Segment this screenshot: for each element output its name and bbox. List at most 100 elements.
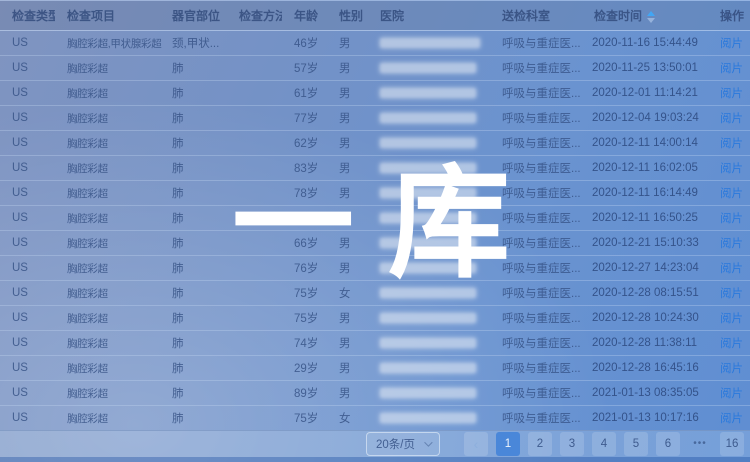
cell-action: 阅片 xyxy=(708,356,750,381)
cell-gender: 男 xyxy=(327,306,368,331)
cell-exam_time: 2020-12-28 11:38:11 xyxy=(582,331,708,356)
cell-method xyxy=(227,306,282,331)
cell-organ: 肺 xyxy=(160,281,227,306)
view-images-link[interactable]: 阅片 xyxy=(720,388,743,400)
page-button-6[interactable]: 6 xyxy=(656,432,680,456)
cell-action: 阅片 xyxy=(708,106,750,131)
cell-method xyxy=(227,381,282,406)
cell-organ: 肺 xyxy=(160,331,227,356)
view-images-link[interactable]: 阅片 xyxy=(720,113,743,125)
hospital-redacted-block xyxy=(380,63,476,73)
cell-action: 阅片 xyxy=(708,31,750,56)
page-button-16[interactable]: 16 xyxy=(720,432,744,456)
cell-age: 89岁 xyxy=(282,381,327,406)
table-row: US胸腔彩超肺62岁男呼吸与重症医...2020-12-11 14:00:14阅… xyxy=(0,131,750,156)
page-button-4[interactable]: 4 xyxy=(592,432,616,456)
cell-organ: 颈,甲状... xyxy=(160,31,227,56)
view-images-link[interactable]: 阅片 xyxy=(720,163,743,175)
page-size-label: 20条/页 xyxy=(376,436,415,452)
view-images-link[interactable]: 阅片 xyxy=(720,413,743,425)
page-button-2[interactable]: 2 xyxy=(528,432,552,456)
page-button-3[interactable]: 3 xyxy=(560,432,584,456)
cell-department: 呼吸与重症医... xyxy=(490,231,582,256)
cell-action: 阅片 xyxy=(708,156,750,181)
cell-exam_type: US xyxy=(0,181,55,206)
cell-department: 呼吸与重症医... xyxy=(490,381,582,406)
view-images-link[interactable]: 阅片 xyxy=(720,313,743,325)
column-label: 性别 xyxy=(339,9,363,23)
page-size-select[interactable]: 20条/页 xyxy=(366,432,440,456)
hospital-redacted-block xyxy=(380,288,476,298)
cell-department: 呼吸与重症医... xyxy=(490,81,582,106)
cell-exam_time: 2020-12-21 15:10:33 xyxy=(582,231,708,256)
view-images-link[interactable]: 阅片 xyxy=(720,38,743,50)
view-images-link[interactable]: 阅片 xyxy=(720,288,743,300)
cell-exam_time: 2020-11-16 15:44:49 xyxy=(582,31,708,56)
cell-exam_item: 胸腔彩超 xyxy=(55,281,160,306)
column-label: 器官部位 xyxy=(172,9,220,23)
view-images-link[interactable]: 阅片 xyxy=(720,263,743,275)
cell-method xyxy=(227,131,282,156)
sort-ascending-icon[interactable] xyxy=(647,11,655,16)
view-images-link[interactable]: 阅片 xyxy=(720,88,743,100)
view-images-link[interactable]: 阅片 xyxy=(720,213,743,225)
view-images-link[interactable]: 阅片 xyxy=(720,338,743,350)
view-images-link[interactable]: 阅片 xyxy=(720,188,743,200)
hospital-redacted-block xyxy=(380,213,476,223)
cell-method xyxy=(227,331,282,356)
column-label: 年龄 xyxy=(294,9,318,23)
cell-exam_type: US xyxy=(0,31,55,56)
cell-exam_item: 胸腔彩超 xyxy=(55,306,160,331)
cell-exam_item: 胸腔彩超,甲状腺彩超 xyxy=(55,31,160,56)
cell-exam_time: 2020-12-11 16:50:25 xyxy=(582,206,708,231)
cell-exam_type: US xyxy=(0,206,55,231)
page-button-5[interactable]: 5 xyxy=(624,432,648,456)
cell-method xyxy=(227,56,282,81)
column-label: 检查时间 xyxy=(594,9,642,23)
cell-exam_time: 2020-11-25 13:50:01 xyxy=(582,56,708,81)
view-images-link[interactable]: 阅片 xyxy=(720,238,743,250)
view-images-link[interactable]: 阅片 xyxy=(720,63,743,75)
page-button-1[interactable]: 1 xyxy=(496,432,520,456)
pagination-ellipsis[interactable]: ••• xyxy=(688,432,712,456)
cell-gender: 女 xyxy=(327,206,368,231)
cell-method xyxy=(227,81,282,106)
cell-gender: 男 xyxy=(327,131,368,156)
cell-organ: 肺 xyxy=(160,106,227,131)
cell-exam_time: 2021-01-13 10:17:16 xyxy=(582,406,708,431)
cell-department: 呼吸与重症医... xyxy=(490,31,582,56)
cell-exam_item: 胸腔彩超 xyxy=(55,231,160,256)
view-images-link[interactable]: 阅片 xyxy=(720,138,743,150)
cell-exam_time: 2020-12-11 14:00:14 xyxy=(582,131,708,156)
cell-organ: 肺 xyxy=(160,381,227,406)
cell-hospital xyxy=(368,156,490,181)
cell-hospital xyxy=(368,56,490,81)
cell-age: 83岁 xyxy=(282,156,327,181)
cell-organ: 肺 xyxy=(160,256,227,281)
view-images-link[interactable]: 阅片 xyxy=(720,363,743,375)
hospital-redacted-block xyxy=(380,138,476,148)
sort-descending-icon[interactable] xyxy=(647,18,655,23)
column-header-exam_time[interactable]: 检查时间 xyxy=(582,1,708,31)
cell-method xyxy=(227,406,282,431)
cell-exam_item: 胸腔彩超 xyxy=(55,156,160,181)
cell-organ: 肺 xyxy=(160,206,227,231)
cell-age: 78岁 xyxy=(282,181,327,206)
sort-icon[interactable] xyxy=(647,11,655,23)
table-row: US胸腔彩超肺76岁男呼吸与重症医...2020-12-27 14:23:04阅… xyxy=(0,256,750,281)
prev-page-button[interactable]: ‹ xyxy=(464,432,488,456)
cell-gender: 男 xyxy=(327,106,368,131)
cell-method xyxy=(227,156,282,181)
column-header-hospital: 医院 xyxy=(368,1,490,31)
cell-gender: 男 xyxy=(327,181,368,206)
cell-method xyxy=(227,31,282,56)
cell-age: 75岁 xyxy=(282,306,327,331)
cell-age: 75岁 xyxy=(282,281,327,306)
cell-action: 阅片 xyxy=(708,381,750,406)
table-row: US胸腔彩超肺77岁男呼吸与重症医...2020-12-04 19:03:24阅… xyxy=(0,106,750,131)
hospital-redacted-block xyxy=(380,338,476,348)
cell-gender: 男 xyxy=(327,156,368,181)
cell-gender: 男 xyxy=(327,81,368,106)
cell-exam_type: US xyxy=(0,381,55,406)
cell-action: 阅片 xyxy=(708,206,750,231)
